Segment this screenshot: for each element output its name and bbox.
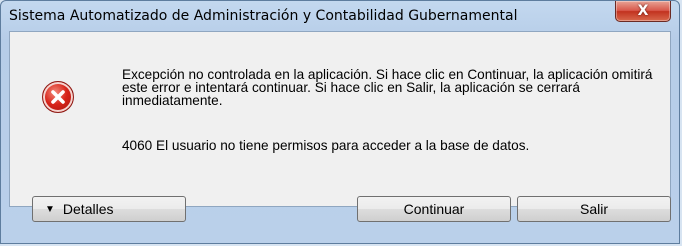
- dialog-body: Excepción no controlada en la aplicación…: [9, 31, 671, 207]
- window-title: Sistema Automatizado de Administración y…: [9, 8, 518, 24]
- details-button[interactable]: ▼ Detalles: [32, 196, 186, 222]
- details-label: Detalles: [62, 201, 114, 217]
- error-icon: [42, 81, 74, 113]
- error-message: Excepción no controlada en la aplicación…: [122, 67, 653, 108]
- close-button[interactable]: X: [615, 1, 671, 22]
- title-bar[interactable]: Sistema Automatizado de Administración y…: [1, 1, 679, 31]
- chevron-down-icon: ▼: [45, 203, 55, 215]
- error-dialog: Sistema Automatizado de Administración y…: [0, 0, 680, 244]
- continue-button[interactable]: Continuar: [357, 196, 511, 222]
- close-icon: X: [637, 3, 649, 19]
- exit-button[interactable]: Salir: [517, 196, 671, 222]
- error-detail: 4060 El usuario no tiene permisos para a…: [122, 138, 530, 153]
